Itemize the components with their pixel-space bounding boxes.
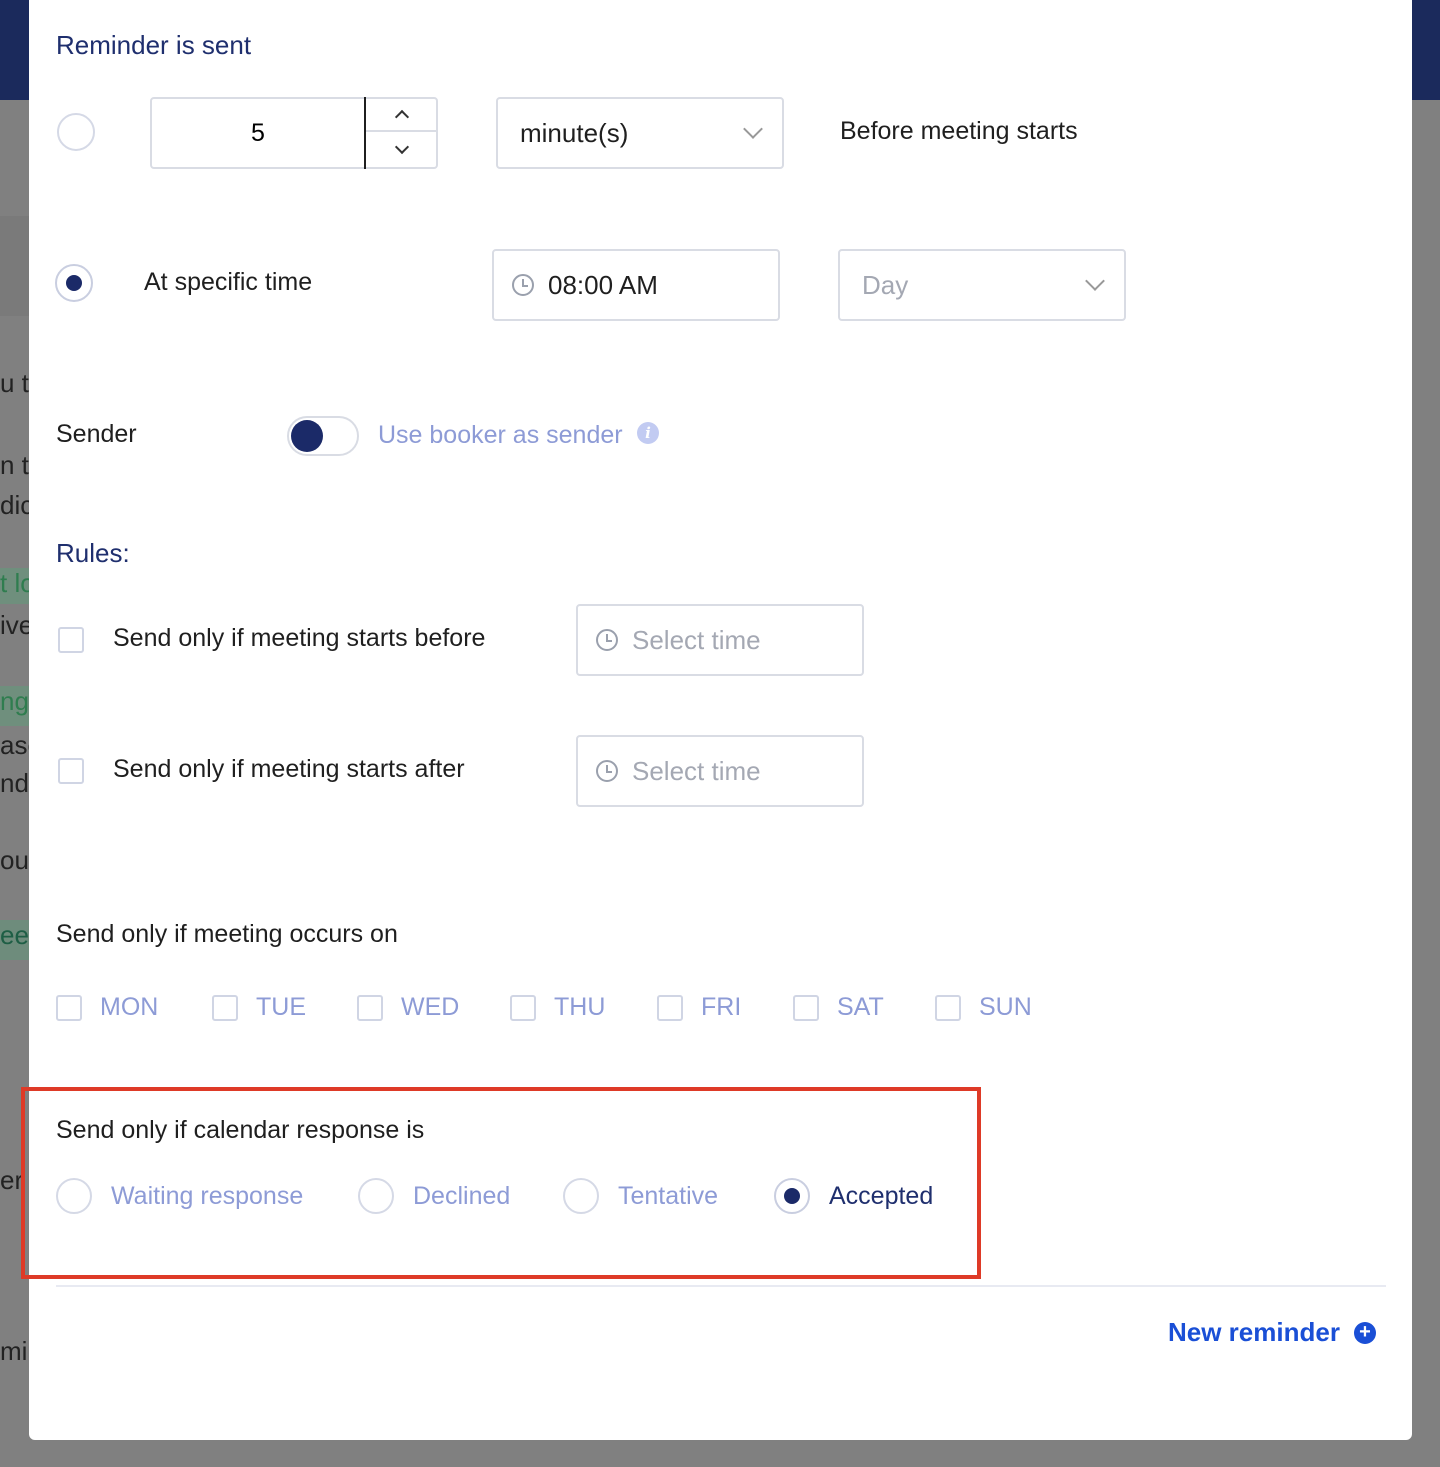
background-text: nd y bbox=[0, 768, 30, 798]
sender-label: Sender bbox=[56, 420, 137, 448]
background-text: ng bbox=[0, 686, 30, 726]
background-text: t lo bbox=[0, 568, 30, 604]
day-option-mon[interactable]: MON bbox=[56, 993, 158, 1022]
specific-time-input[interactable]: 08:00 AM bbox=[492, 249, 780, 321]
day-label: SAT bbox=[837, 993, 884, 1021]
clock-icon bbox=[596, 629, 618, 651]
chevron-down-icon bbox=[743, 119, 763, 139]
chevron-up-icon bbox=[394, 109, 410, 124]
day-label: FRI bbox=[701, 993, 742, 1021]
booker-sender-toggle[interactable] bbox=[287, 416, 359, 456]
background-strip bbox=[0, 216, 30, 316]
response-radio-declined[interactable] bbox=[358, 1178, 394, 1214]
background-text: ase bbox=[0, 730, 30, 760]
chevron-down-icon bbox=[394, 139, 410, 154]
day-option-sat[interactable]: SAT bbox=[793, 993, 884, 1022]
new-reminder-button[interactable]: New reminder + bbox=[1168, 1317, 1376, 1348]
increment-button[interactable] bbox=[366, 97, 438, 132]
rules-heading: Rules: bbox=[56, 538, 130, 568]
stepper-controls bbox=[364, 97, 438, 169]
booker-sender-label: Use booker as sender bbox=[378, 421, 623, 449]
before-meeting-label: Before meeting starts bbox=[840, 117, 1078, 145]
day-option-tue[interactable]: TUE bbox=[212, 993, 306, 1022]
background-text: ou bbox=[0, 845, 29, 875]
day-checkbox[interactable] bbox=[357, 994, 383, 1021]
day-option-wed[interactable]: WED bbox=[357, 993, 459, 1022]
unit-select[interactable]: minute(s) bbox=[496, 97, 784, 169]
response-radio-waiting[interactable] bbox=[56, 1178, 92, 1214]
day-checkbox[interactable] bbox=[935, 994, 961, 1021]
starts-after-time-input[interactable]: Select time bbox=[576, 735, 864, 807]
response-label-tentative: Tentative bbox=[618, 1182, 719, 1210]
clock-icon bbox=[596, 760, 618, 782]
day-option-sun[interactable]: SUN bbox=[935, 993, 1032, 1022]
day-option-fri[interactable]: FRI bbox=[657, 993, 741, 1022]
new-reminder-label: New reminder bbox=[1168, 1317, 1340, 1347]
response-label-waiting: Waiting response bbox=[111, 1182, 304, 1210]
day-label: SUN bbox=[979, 993, 1032, 1021]
background-text: n th bbox=[0, 450, 30, 480]
day-checkbox[interactable] bbox=[793, 994, 819, 1021]
background-text: u t bbox=[0, 368, 29, 398]
day-checkbox[interactable] bbox=[212, 994, 238, 1021]
clock-icon bbox=[512, 274, 534, 296]
plus-circle-icon: + bbox=[1353, 1321, 1376, 1344]
starts-before-time-input[interactable]: Select time bbox=[576, 604, 864, 676]
day-label: THU bbox=[554, 993, 606, 1021]
starts-before-placeholder: Select time bbox=[632, 624, 761, 655]
response-label-accepted: Accepted bbox=[829, 1182, 934, 1210]
relative-time-radio[interactable] bbox=[57, 113, 95, 151]
starts-after-label: Send only if meeting starts after bbox=[113, 755, 465, 783]
specific-time-value: 08:00 AM bbox=[548, 269, 658, 300]
info-icon[interactable]: i bbox=[637, 422, 659, 444]
background-text: ive bbox=[0, 610, 30, 640]
amount-input[interactable] bbox=[152, 118, 364, 148]
day-label: MON bbox=[100, 993, 159, 1021]
day-label: WED bbox=[401, 993, 460, 1021]
day-select[interactable]: Day bbox=[838, 249, 1126, 321]
days-label: Send only if meeting occurs on bbox=[56, 920, 398, 948]
reminder-modal: Reminder is sent minute(s) Before meetin… bbox=[21, 0, 1412, 1440]
starts-after-checkbox[interactable] bbox=[58, 758, 84, 784]
response-label-declined: Declined bbox=[413, 1182, 511, 1210]
background-text: mir bbox=[0, 1336, 30, 1366]
response-radio-tentative[interactable] bbox=[563, 1178, 599, 1214]
background-text: dic bbox=[0, 490, 30, 520]
day-checkbox[interactable] bbox=[510, 994, 536, 1021]
response-radio-accepted[interactable] bbox=[774, 1178, 810, 1214]
chevron-down-icon bbox=[1085, 271, 1105, 291]
specific-time-radio[interactable] bbox=[55, 264, 93, 302]
reminder-heading: Reminder is sent bbox=[56, 30, 252, 60]
divider bbox=[56, 1285, 1386, 1287]
starts-after-placeholder: Select time bbox=[632, 755, 761, 786]
day-select-placeholder: Day bbox=[862, 269, 909, 300]
day-checkbox[interactable] bbox=[56, 994, 82, 1021]
starts-before-checkbox[interactable] bbox=[58, 627, 84, 653]
background-text: eet bbox=[0, 920, 30, 960]
day-label: TUE bbox=[256, 993, 306, 1021]
day-option-thu[interactable]: THU bbox=[510, 993, 605, 1022]
toggle-knob bbox=[291, 420, 323, 452]
unit-select-value: minute(s) bbox=[520, 117, 629, 148]
starts-before-label: Send only if meeting starts before bbox=[113, 624, 486, 652]
decrement-button[interactable] bbox=[366, 132, 438, 167]
specific-time-label: At specific time bbox=[144, 268, 313, 296]
day-checkbox[interactable] bbox=[657, 994, 683, 1021]
response-label: Send only if calendar response is bbox=[56, 1116, 425, 1144]
amount-stepper[interactable] bbox=[150, 97, 438, 169]
